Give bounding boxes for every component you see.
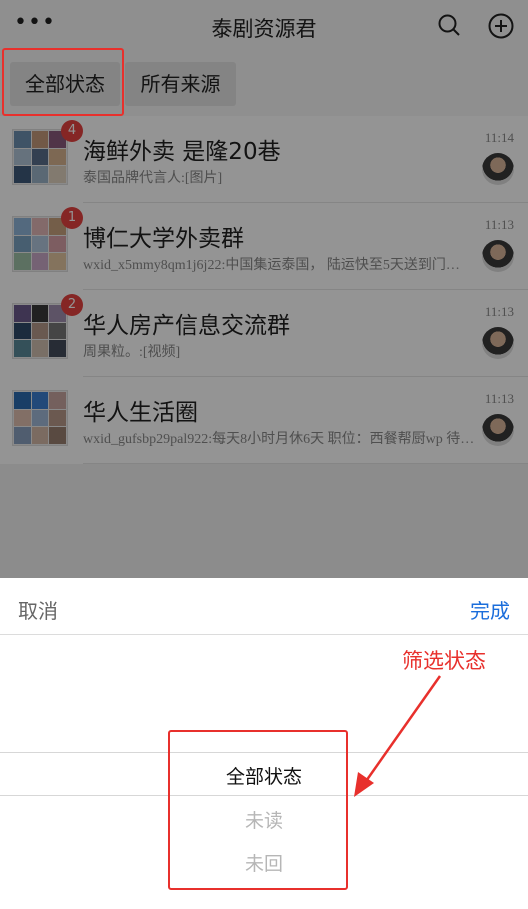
- annotation-label: 筛选状态: [402, 649, 486, 673]
- picker-toolbar: 取消 完成: [0, 578, 528, 635]
- annotation-highlight-picker: [168, 730, 348, 890]
- annotation-highlight-filter: [2, 48, 124, 116]
- cancel-button[interactable]: 取消: [18, 595, 58, 624]
- done-button[interactable]: 完成: [470, 595, 510, 624]
